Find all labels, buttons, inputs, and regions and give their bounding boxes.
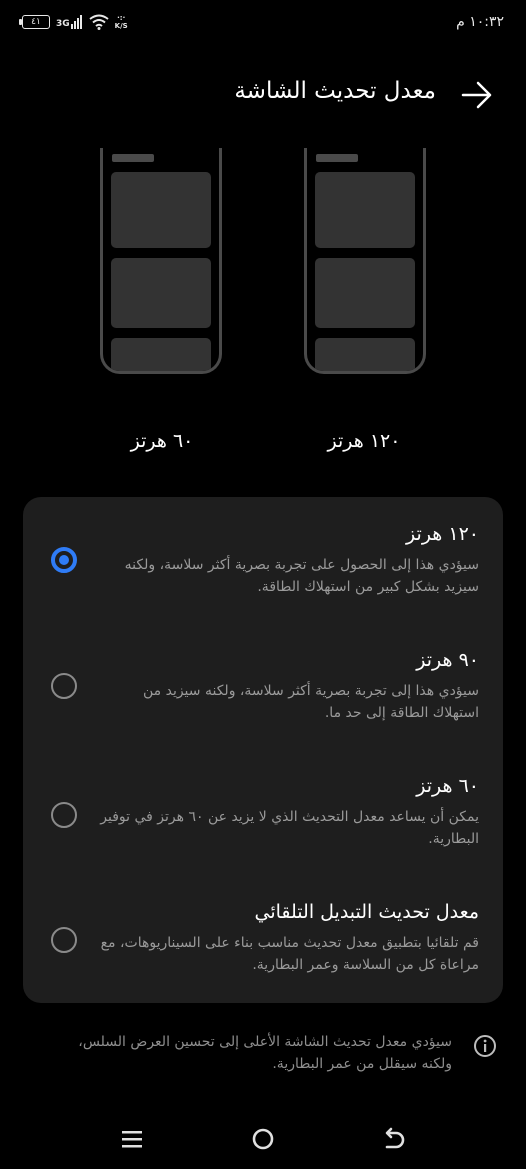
option-90hz[interactable]: ٩٠ هرتز سيؤدي هذا إلى تجربة بصرية أكثر س…	[23, 623, 503, 749]
back-arrow-icon[interactable]	[460, 80, 494, 110]
wifi-icon	[89, 14, 109, 30]
status-time: ١٠:٣٢ م	[456, 14, 504, 30]
phone-content-card	[111, 338, 211, 371]
option-120hz[interactable]: ١٢٠ هرتز سيؤدي هذا إلى الحصول على تجربة …	[23, 497, 503, 623]
page-title: معدل تحديث الشاشة	[234, 78, 436, 104]
speed-unit: K/S	[114, 22, 128, 30]
option-description: سيؤدي هذا إلى الحصول على تجربة بصرية أكث…	[124, 557, 479, 595]
refresh-rate-options: ١٢٠ هرتز سيؤدي هذا إلى الحصول على تجربة …	[23, 497, 503, 1003]
option-auto-switch[interactable]: معدل تحديث التبديل التلقائي قم تلقائيا ب…	[23, 875, 503, 1003]
option-title: معدل تحديث التبديل التلقائي	[254, 901, 479, 923]
phone-illustration-120	[304, 148, 426, 374]
battery-level: ٤١	[31, 17, 41, 27]
radio-button[interactable]	[51, 673, 77, 699]
back-icon[interactable]	[381, 1126, 407, 1152]
phone-status-bar	[112, 154, 154, 162]
radio-button-selected[interactable]	[51, 547, 77, 573]
illustration-label-60: ٦٠ هرتز	[130, 430, 194, 452]
network-type: 3G	[56, 19, 70, 29]
option-description: سيؤدي هذا إلى تجربة بصرية أكثر سلاسة، ول…	[142, 683, 479, 721]
phone-illustration-60	[100, 148, 222, 374]
option-title: ٩٠ هرتز	[416, 649, 479, 671]
option-description: يمكن أن يساعد معدل التحديث الذي لا يزيد …	[100, 809, 479, 847]
info-note: سيؤدي معدل تحديث الشاشة الأعلى إلى تحسين…	[78, 1034, 452, 1072]
option-60hz[interactable]: ٦٠ هرتز يمكن أن يساعد معدل التحديث الذي …	[23, 749, 503, 875]
phone-content-card	[111, 172, 211, 248]
home-icon[interactable]	[250, 1126, 276, 1152]
speed-dots: ·:·	[117, 14, 126, 22]
radio-button[interactable]	[51, 802, 77, 828]
radio-button[interactable]	[51, 927, 77, 953]
phone-content-card	[315, 258, 415, 328]
phone-status-bar	[316, 154, 358, 162]
signal-icon: 3G	[56, 15, 83, 29]
menu-icon[interactable]	[119, 1126, 145, 1152]
network-speed: ·:· K/S	[115, 14, 128, 30]
info-icon	[474, 1035, 496, 1057]
option-title: ١٢٠ هرتز	[406, 523, 479, 545]
option-description: قم تلقائيا بتطبيق معدل تحديث مناسب بناء …	[100, 935, 479, 973]
phone-content-card	[315, 172, 415, 248]
battery-icon: ٤١	[19, 15, 50, 29]
phone-content-card	[111, 258, 211, 328]
status-icons: ٤١ 3G ·:· K/S	[19, 14, 128, 30]
phone-content-card	[315, 338, 415, 371]
illustration-label-120: ١٢٠ هرتز	[327, 430, 401, 452]
option-title: ٦٠ هرتز	[416, 775, 479, 797]
